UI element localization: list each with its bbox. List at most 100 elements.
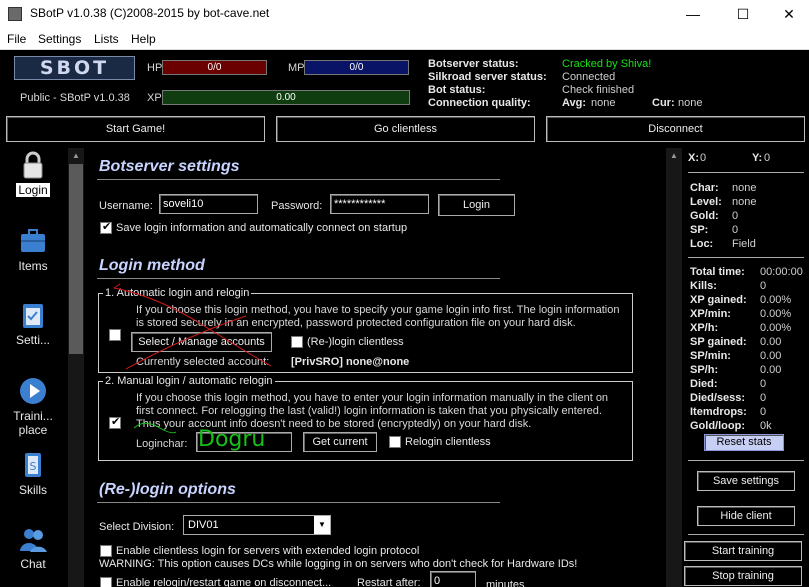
xp-min-value: 0.00%: [760, 308, 792, 320]
divider: [688, 172, 804, 173]
sp-gained-value: 0.00: [760, 336, 782, 348]
sidebar-item-login[interactable]: Login: [4, 150, 62, 197]
silkroad-status-value: Connected: [562, 71, 616, 83]
sidebar-item-items[interactable]: Items: [4, 226, 62, 273]
gold-label: Gold:: [690, 210, 719, 222]
enable-clientless-login-label: Enable clientless login for servers with…: [116, 545, 420, 557]
char-value: none: [732, 182, 757, 194]
go-clientless-button[interactable]: Go clientless: [276, 116, 535, 142]
sidebar-item-label: Setti...: [15, 333, 50, 347]
content-scrollbar[interactable]: ▲: [68, 148, 84, 587]
char-label: Char:: [690, 182, 719, 194]
loc-label: Loc:: [690, 238, 714, 250]
hp-bar: 0/0: [162, 60, 267, 75]
stats-panel: X: 0 Y: 0 Char: none Level: none Gold: 0…: [684, 146, 809, 587]
enable-relogin-checkbox[interactable]: [100, 577, 112, 587]
scroll-up-icon[interactable]: ▲: [666, 148, 682, 164]
sidebar: Login Items Setti... Traini... place S S…: [0, 146, 66, 587]
divider: [688, 257, 804, 258]
scrollbar-thumb[interactable]: [69, 164, 83, 354]
sidebar-item-training-place[interactable]: Traini... place: [4, 376, 62, 437]
menu-help[interactable]: Help: [131, 32, 156, 46]
sp-h-label: SP/h:: [690, 364, 719, 376]
gold-loop-value: 0k: [760, 420, 772, 432]
y-coord-label: Y:: [752, 152, 763, 164]
bot-status-value: Check finished: [562, 84, 635, 96]
sidebar-item-label: Items: [18, 259, 48, 273]
enable-clientless-login-checkbox[interactable]: [100, 545, 112, 557]
died-sess-label: Died/sess:: [690, 392, 746, 404]
xp-h-label: XP/h:: [690, 322, 719, 334]
mp-label: MP: [288, 62, 305, 74]
lock-icon: [23, 151, 43, 179]
close-button[interactable]: ✕: [766, 0, 809, 28]
window-title: SBotP v1.0.38 (C)2008-2015 by bot-cave.n…: [30, 6, 270, 20]
silkroad-status-label: Silkroad server status:: [428, 71, 547, 83]
disconnect-button[interactable]: Disconnect: [546, 116, 805, 142]
right-scrollbar[interactable]: ▲: [666, 148, 682, 587]
sp-h-value: 0.00: [760, 364, 782, 376]
cur-label: Cur:: [652, 97, 675, 109]
start-game-button[interactable]: Start Game!: [6, 116, 265, 142]
restart-after-label: Restart after:: [357, 577, 421, 587]
mp-bar: 0/0: [304, 60, 409, 75]
play-icon: [20, 378, 46, 404]
select-division-label: Select Division:: [99, 521, 175, 533]
x-coord-label: X:: [688, 152, 699, 164]
sidebar-item-label: Chat: [20, 557, 46, 571]
menu-settings[interactable]: Settings: [38, 32, 81, 46]
people-icon: [20, 529, 47, 552]
divider: [688, 460, 804, 461]
sp-min-value: 0.00: [760, 350, 782, 362]
botserver-status-label: Botserver status:: [428, 58, 519, 70]
sp-gained-label: SP gained:: [690, 336, 747, 348]
loc-value: Field: [732, 238, 756, 250]
minutes-label: minutes: [486, 579, 525, 587]
menu-lists[interactable]: Lists: [94, 32, 119, 46]
xp-min-label: XP/min:: [690, 308, 731, 320]
sp-label: SP:: [690, 224, 709, 236]
reset-stats-button[interactable]: Reset stats: [704, 434, 784, 451]
sbot-logo: SBOT: [14, 56, 135, 80]
sidebar-item-settings[interactable]: Setti...: [4, 300, 62, 347]
kills-value: 0: [760, 280, 767, 292]
level-label: Level:: [690, 196, 722, 208]
maximize-button[interactable]: ☐: [720, 0, 766, 28]
sidebar-item-chat[interactable]: Chat: [4, 524, 62, 571]
minimize-button[interactable]: —: [670, 0, 716, 28]
briefcase-icon: [21, 229, 45, 252]
start-training-button[interactable]: Start training: [684, 541, 802, 561]
y-coord-value: 0: [764, 152, 771, 164]
connection-quality-label: Connection quality:: [428, 97, 531, 109]
division-select[interactable]: DIV01 ▼: [183, 515, 331, 535]
bot-status-label: Bot status:: [428, 84, 486, 96]
died-sess-value: 0: [760, 392, 767, 404]
x-coord-value: 0: [700, 152, 707, 164]
hide-client-button[interactable]: Hide client: [697, 506, 795, 526]
stop-training-button[interactable]: Stop training: [684, 566, 802, 586]
sp-min-label: SP/min:: [690, 350, 731, 362]
itemdrops-value: 0: [760, 406, 767, 418]
gold-loop-label: Gold/loop:: [690, 420, 745, 432]
sidebar-item-label: Login: [16, 183, 50, 197]
save-settings-button[interactable]: Save settings: [697, 471, 795, 491]
total-time-value: 00:00:00: [760, 266, 803, 278]
restart-after-input[interactable]: 0: [430, 571, 476, 587]
gold-value: 0: [732, 210, 739, 222]
menu-file[interactable]: File: [7, 32, 26, 46]
relogin-options-title: (Re-)login options: [99, 481, 236, 498]
main-content: Botserver settings Username: soveli10 Pa…: [86, 146, 666, 587]
scroll-up-icon[interactable]: ▲: [68, 148, 84, 164]
section-divider: [97, 502, 500, 503]
total-time-label: Total time:: [690, 266, 745, 278]
avg-label: Avg:: [562, 97, 587, 109]
top-panel: SBOT Public - SBotP v1.0.38 HP 0/0 MP 0/…: [0, 50, 809, 146]
loginchar-annotation: Dogru: [198, 427, 266, 452]
book-icon: S: [25, 453, 41, 477]
chevron-down-icon[interactable]: ▼: [314, 516, 330, 534]
app-icon: [8, 7, 22, 21]
xp-gained-value: 0.00%: [760, 294, 792, 306]
itemdrops-label: Itemdrops:: [690, 406, 747, 418]
sidebar-item-skills[interactable]: S Skills: [4, 450, 62, 497]
kills-label: Kills:: [690, 280, 717, 292]
